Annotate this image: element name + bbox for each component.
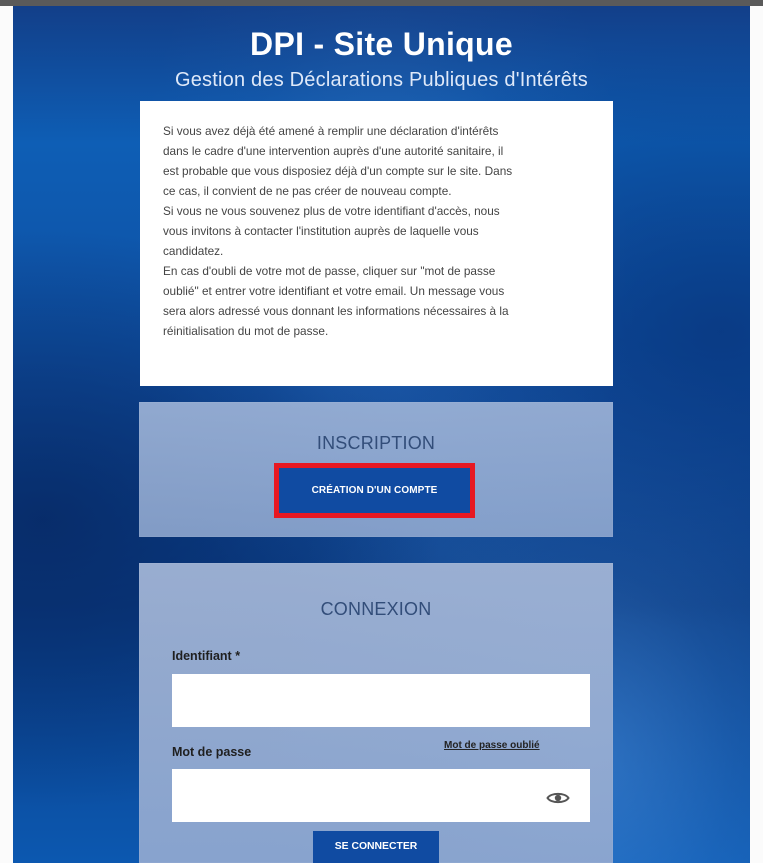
info-line-3: est probable que vous disposiez déjà d'u… (163, 164, 513, 178)
information-card: Si vous avez déjà été amené à remplir un… (140, 101, 613, 386)
inscription-panel: INSCRIPTION CRÉATION D'UN COMPTE (139, 402, 613, 537)
page-title: DPI - Site Unique (250, 26, 513, 62)
page-subtitle: Gestion des Déclarations Publiques d'Int… (174, 69, 589, 91)
connexion-panel: CONNEXION Identifiant * Mot de passe Mot… (139, 563, 613, 863)
right-frame-border (750, 6, 763, 863)
password-input[interactable] (172, 769, 590, 822)
info-line-8: En cas d'oubli de votre mot de passe, cl… (163, 264, 496, 278)
password-label: Mot de passe (172, 745, 252, 759)
login-button[interactable]: SE CONNECTER (313, 831, 439, 863)
create-account-button[interactable]: CRÉATION D'UN COMPTE (279, 468, 470, 513)
info-line-1: Si vous avez déjà été amené à remplir un… (163, 124, 499, 138)
info-line-6: vous invitons à contacter l'institution … (163, 224, 479, 238)
identifiant-label: Identifiant * (172, 649, 241, 663)
info-line-7: candidatez. (163, 244, 224, 258)
identifiant-input[interactable] (172, 674, 590, 727)
info-line-5: Si vous ne vous souvenez plus de votre i… (163, 204, 500, 218)
connexion-title: CONNEXION (320, 599, 432, 619)
info-line-10: sera alors adressé vous donnant les info… (163, 304, 509, 318)
info-line-2: dans le cadre d'une intervention auprès … (163, 144, 504, 158)
forgot-password-link[interactable]: Mot de passe oublié (444, 739, 540, 753)
info-line-9: oublié" et entrer votre identifiant et v… (163, 284, 505, 298)
info-line-11: réinitialisation du mot de passe. (163, 324, 329, 338)
inscription-title: INSCRIPTION (316, 433, 436, 453)
eye-icon[interactable] (546, 790, 570, 806)
info-line-4: ce cas, il convient de ne pas créer de n… (163, 184, 452, 198)
left-frame-border (0, 6, 13, 863)
page-canvas: DPI - Site Unique Gestion des Déclaratio… (0, 0, 763, 863)
